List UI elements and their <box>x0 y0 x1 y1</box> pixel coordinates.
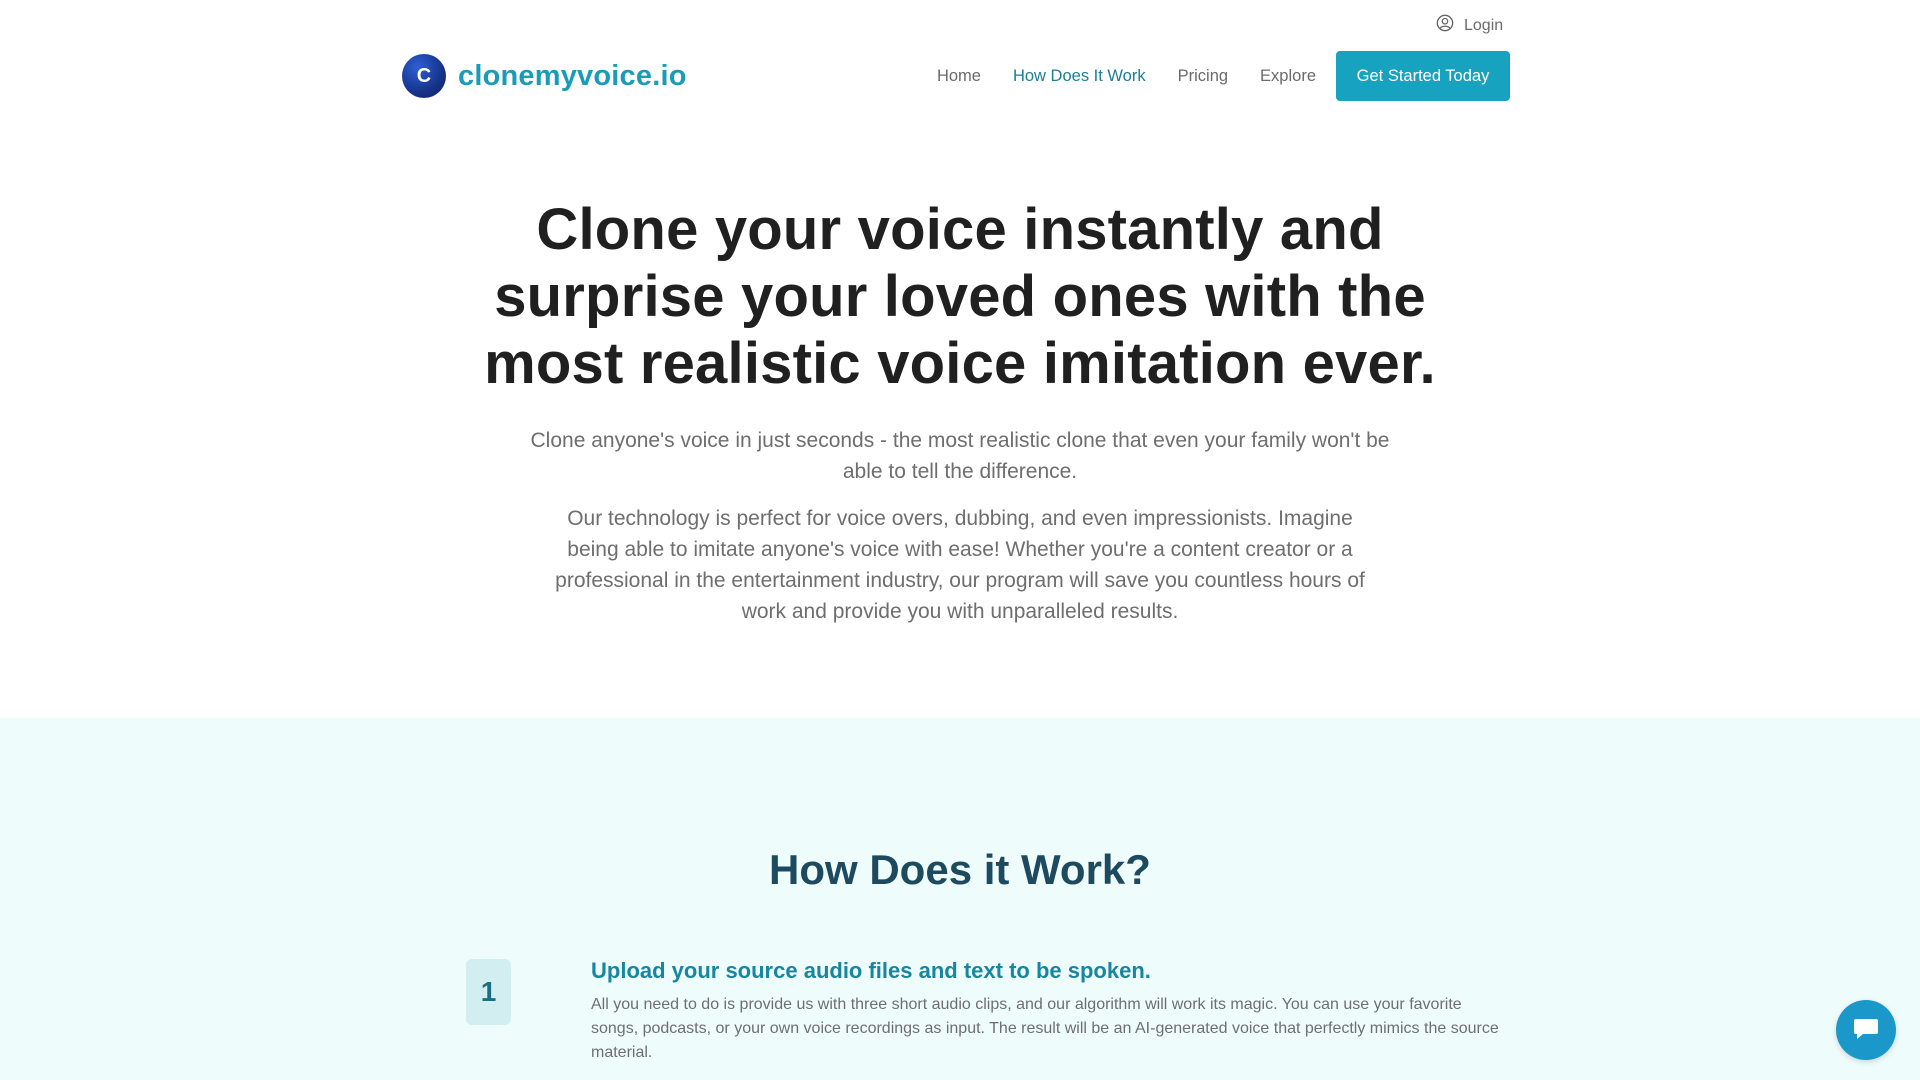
step-number-badge: 1 <box>466 959 511 1025</box>
chat-bubble-icon <box>1851 1013 1881 1048</box>
login-link[interactable]: Login <box>1436 14 1503 37</box>
brand-link[interactable]: C clonemyvoice.io <box>402 54 687 98</box>
hero-body: Our technology is perfect for voice over… <box>555 507 1365 623</box>
main-nav: Home How Does It Work Pricing Explore Ge… <box>905 51 1510 101</box>
how-it-works-heading: How Does it Work? <box>769 846 1151 893</box>
chat-widget-button[interactable] <box>1836 1000 1896 1060</box>
brand-logo-icon: C <box>402 54 446 98</box>
user-circle-icon <box>1436 14 1454 37</box>
step-title: Upload your source audio files and text … <box>591 958 1151 983</box>
page: Login C clonemyvoice.io Home How Does It… <box>0 0 1920 1080</box>
how-it-works-section: How Does it Work? 1 Upload your source a… <box>0 718 1920 1080</box>
logo-letter: C <box>416 64 432 87</box>
login-label: Login <box>1464 16 1504 34</box>
nav-how-it-works[interactable]: How Does It Work <box>1013 67 1146 86</box>
get-started-button[interactable]: Get Started Today <box>1336 51 1510 101</box>
hero-title: Clone your voice instantly and surprise … <box>484 197 1436 396</box>
nav-explore[interactable]: Explore <box>1260 67 1316 86</box>
hero-subtitle: Clone anyone's voice in just seconds - t… <box>530 429 1390 483</box>
nav-home[interactable]: Home <box>937 67 981 86</box>
site-header: C clonemyvoice.io Home How Does It Work … <box>402 50 1510 102</box>
nav-pricing[interactable]: Pricing <box>1178 67 1228 86</box>
brand-name: clonemyvoice.io <box>458 59 687 92</box>
step-description: All you need to do is provide us with th… <box>591 996 1499 1061</box>
hero-section: Clone your voice instantly and surprise … <box>0 196 1920 627</box>
